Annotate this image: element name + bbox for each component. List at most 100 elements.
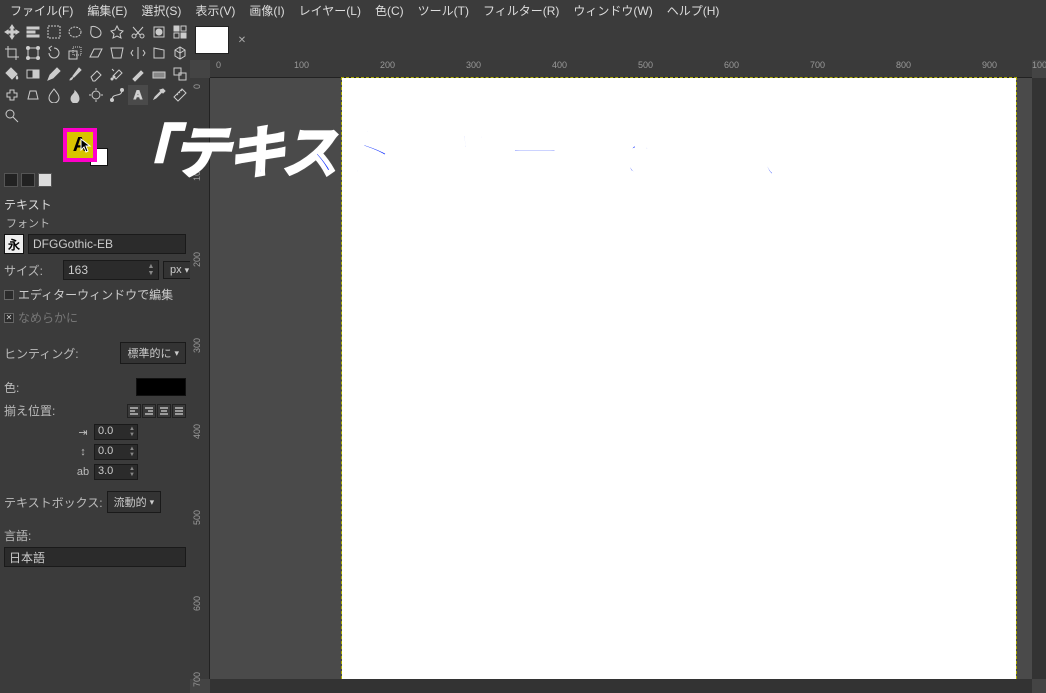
tool-ellipse-select[interactable] [65,22,85,42]
tool-flip[interactable] [128,43,148,63]
menu-layer[interactable]: レイヤー(L) [293,0,367,21]
tool-bucket[interactable] [2,64,22,84]
font-icon[interactable]: 永 [4,234,24,254]
language-select[interactable]: 日本語 [4,547,186,567]
line-spacing-value: 0.0 [98,445,113,457]
tool-zoom[interactable] [2,106,22,126]
tool-scale[interactable] [65,43,85,63]
align-center-icon[interactable] [157,404,171,418]
menu-image[interactable]: 画像(I) [243,0,290,21]
language-label: 言語: [4,527,59,544]
tool-dodge[interactable] [86,85,106,105]
size-unit-value: px [170,264,182,276]
ruler-h-tick: 300 [466,60,481,70]
ruler-h-tick: 400 [552,60,567,70]
horizontal-scrollbar[interactable] [210,679,1032,693]
tool-airbrush[interactable] [107,64,127,84]
tool-move[interactable] [2,22,22,42]
tool-gradient[interactable] [23,64,43,84]
dock-tab-3[interactable] [38,173,52,187]
tool-pencil[interactable] [44,64,64,84]
tool-blur[interactable] [44,85,64,105]
dock-tab-2[interactable] [21,173,35,187]
tool-smudge[interactable] [65,85,85,105]
menu-window[interactable]: ウィンドウ(W) [567,0,658,21]
tool-rect-select[interactable] [44,22,64,42]
tool-eraser[interactable] [86,64,106,84]
menu-view[interactable]: 表示(V) [189,0,241,21]
ruler-v-tick: 0 [192,84,202,89]
tool-ink[interactable] [128,64,148,84]
tool-scissors[interactable] [128,22,148,42]
justify-label: 揃え位置: [4,402,59,419]
tool-color-select[interactable] [170,22,190,42]
tool-align[interactable] [23,22,43,42]
document-thumbnail[interactable] [195,26,229,54]
align-justify-icon[interactable] [172,404,186,418]
tool-rotate[interactable] [44,43,64,63]
font-name-value: DFGGothic-EB [33,237,113,251]
close-tab-icon[interactable]: ✕ [235,33,249,47]
color-label: 色: [4,379,59,396]
ruler-horizontal[interactable]: 0 100 200 300 400 500 600 700 800 900 10… [210,60,1032,78]
size-label: サイズ: [4,262,59,279]
size-input[interactable]: 163 ▲▼ [63,260,159,280]
tool-text[interactable]: A [128,85,148,105]
vertical-scrollbar[interactable] [1032,78,1046,679]
ruler-v-tick: 600 [192,596,202,611]
text-color-swatch[interactable] [136,378,186,396]
letter-spacing-input[interactable]: 3.0 ▲▼ [94,464,138,480]
tool-shear[interactable] [86,43,106,63]
line-spacing-input[interactable]: 0.0 ▲▼ [94,444,138,460]
ruler-h-tick: 0 [216,60,221,70]
language-value: 日本語 [9,549,45,566]
menu-filter[interactable]: フィルター(R) [477,0,565,21]
ruler-h-tick: 900 [982,60,997,70]
ruler-v-tick: 700 [192,672,202,687]
justify-buttons [127,404,186,418]
ruler-v-tick: 300 [192,338,202,353]
menu-tool[interactable]: ツール(T) [412,0,475,21]
tool-clone[interactable] [170,64,190,84]
indent-icon: ⇥ [76,425,90,439]
edit-window-checkbox[interactable] [4,290,14,300]
tool-free-select[interactable] [86,22,106,42]
menu-select[interactable]: 選択(S) [135,0,187,21]
menu-file[interactable]: ファイル(F) [4,0,79,21]
align-left-icon[interactable] [127,404,141,418]
tool-paintbrush[interactable] [65,64,85,84]
tool-paths[interactable] [107,85,127,105]
indent-value: 0.0 [98,425,113,437]
tool-perspective-clone[interactable] [23,85,43,105]
tool-fuzzy-select[interactable] [107,22,127,42]
tool-foreground-select[interactable] [149,22,169,42]
tool-mypaint[interactable] [149,64,169,84]
menu-edit[interactable]: 編集(E) [81,0,133,21]
ruler-h-tick: 1000 [1032,60,1046,70]
ruler-v-tick: 200 [192,252,202,267]
tool-perspective[interactable] [107,43,127,63]
ruler-h-tick: 100 [294,60,309,70]
tool-color-picker[interactable] [149,85,169,105]
font-select[interactable]: DFGGothic-EB [28,234,186,254]
indent-input[interactable]: 0.0 ▲▼ [94,424,138,440]
box-mode-value: 流動的 [114,494,147,510]
hinting-select[interactable]: 標準的に ▾ [120,342,186,364]
menu-color[interactable]: 色(C) [369,0,410,21]
ruler-v-tick: 500 [192,510,202,525]
menu-help[interactable]: ヘルプ(H) [661,0,726,21]
antialias-checkbox[interactable] [4,313,14,323]
font-label: フォント [4,215,186,231]
box-mode-select[interactable]: 流動的 ▾ [107,491,162,513]
align-right-icon[interactable] [142,404,156,418]
tool-3d[interactable] [170,43,190,63]
tool-crop[interactable] [2,43,22,63]
ruler-h-tick: 700 [810,60,825,70]
tool-cage[interactable] [149,43,169,63]
ruler-v-tick: 400 [192,424,202,439]
tool-heal[interactable] [2,85,22,105]
tool-transform[interactable] [23,43,43,63]
tool-measure[interactable] [170,85,190,105]
size-spinner[interactable]: ▲▼ [146,261,156,279]
dock-tab-1[interactable] [4,173,18,187]
